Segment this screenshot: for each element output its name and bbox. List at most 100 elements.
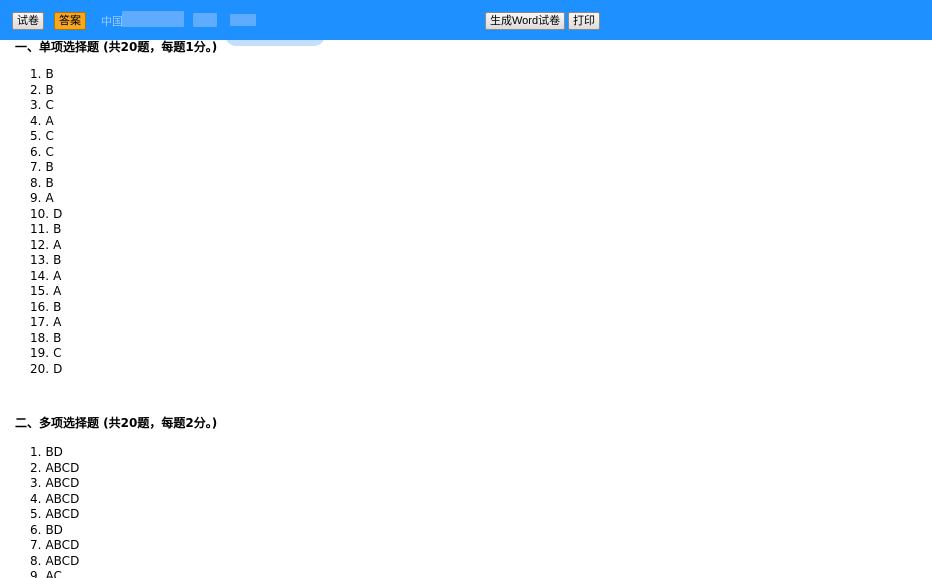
generate-word-button[interactable]: 生成Word试卷: [485, 12, 566, 30]
answer-number: 13.: [30, 253, 50, 267]
answer-item: 20. D: [30, 362, 62, 378]
answer-number: 11.: [30, 222, 50, 236]
answer-item: 7. ABCD: [30, 538, 79, 554]
answer-value: ABCD: [45, 460, 80, 475]
answer-list-multiple-choice: 1. BD 2. ABCD 3. ABCD 4. ABCD 5. ABCD 6. BD 7. ABCD 8.…: [30, 445, 79, 578]
answer-item: 11. B: [30, 222, 62, 238]
answer-item: 8. B: [30, 176, 62, 192]
exam-title: 中国: [101, 15, 123, 28]
answer-item: 9. A: [30, 191, 62, 207]
answer-number: 10.: [30, 206, 50, 221]
answer-number: 3.: [30, 98, 42, 112]
redacted-title-block: [122, 11, 184, 27]
answer-item: 10. D: [30, 207, 62, 223]
answer-item: 19. C: [30, 346, 62, 362]
answer-number: 19.: [30, 346, 50, 360]
answer-number: 4.: [30, 113, 42, 128]
answer-value: D: [53, 361, 63, 376]
section-heading-multiple-choice: 二、多项选择题 (共20题，每题2分。): [15, 416, 218, 430]
answer-item: 6. C: [30, 145, 62, 161]
answer-number: 5.: [30, 129, 42, 143]
answer-number: 12.: [30, 237, 50, 252]
answer-item: 1. B: [30, 67, 62, 83]
answer-value: ABCD: [45, 491, 80, 506]
answer-value: A: [53, 315, 62, 329]
answer-value: C: [45, 129, 54, 143]
answer-item: 16. B: [30, 300, 62, 316]
answer-value: ABCD: [45, 553, 80, 568]
answer-number: 2.: [30, 460, 42, 475]
answer-value: D: [53, 206, 63, 221]
answer-item: 14. A: [30, 269, 62, 285]
print-button[interactable]: 打印: [568, 12, 600, 30]
answer-item: 8. ABCD: [30, 554, 79, 570]
answer-list-single-choice: 1. B 2. B 3. C 4. A 5. C 6. C 7. B 8. B 9. A 10. D 11. B 12. A 1…: [30, 67, 62, 377]
answer-number: 6.: [30, 522, 42, 537]
answer-item: 9. AC: [30, 569, 79, 578]
answer-number: 1.: [30, 67, 42, 81]
answer-number: 9.: [30, 569, 42, 578]
answer-item: 4. A: [30, 114, 62, 130]
answer-item: 7. B: [30, 160, 62, 176]
answer-number: 7.: [30, 160, 42, 174]
answer-value: B: [53, 253, 62, 267]
answer-value: A: [53, 284, 62, 298]
answer-item: 6. BD: [30, 523, 79, 539]
answer-value: ABCD: [45, 507, 80, 521]
answer-value: C: [45, 98, 54, 112]
answer-number: 3.: [30, 476, 42, 490]
answer-item: 2. B: [30, 83, 62, 99]
answer-number: 2.: [30, 82, 42, 97]
answer-value: ABCD: [45, 538, 80, 552]
answer-value: A: [45, 191, 54, 205]
answer-value: B: [45, 160, 54, 174]
redacted-title-block: [193, 13, 217, 27]
answer-value: A: [45, 113, 54, 128]
answer-page: 一、单项选择题 (共20题，每题1分。) 1. B 2. B 3. C 4. A 5. C 6. C 7…: [0, 0, 932, 578]
answer-value: C: [45, 144, 54, 159]
answer-item: 5. ABCD: [30, 507, 79, 523]
answer-item: 3. C: [30, 98, 62, 114]
answer-value: B: [53, 299, 62, 314]
answer-number: 17.: [30, 315, 50, 329]
answer-number: 14.: [30, 268, 50, 283]
answer-number: 20.: [30, 361, 50, 376]
answer-item: 4. ABCD: [30, 492, 79, 508]
redacted-title-block: [230, 14, 256, 26]
answer-number: 15.: [30, 284, 50, 298]
answer-number: 4.: [30, 491, 42, 506]
answer-value: ABCD: [45, 476, 80, 490]
answer-value: B: [45, 67, 54, 81]
answer-number: 5.: [30, 507, 42, 521]
answer-value: B: [53, 222, 62, 236]
answer-value: B: [45, 175, 54, 190]
paper-button[interactable]: 试卷: [12, 12, 44, 30]
answer-number: 18.: [30, 330, 50, 345]
answer-number: 1.: [30, 445, 42, 459]
answer-number: 6.: [30, 144, 42, 159]
answer-value: BD: [45, 522, 63, 537]
answer-value: AC: [45, 569, 62, 578]
answer-item: 2. ABCD: [30, 461, 79, 477]
answer-number: 8.: [30, 553, 42, 568]
answer-item: 17. A: [30, 315, 62, 331]
answer-item: 15. A: [30, 284, 62, 300]
section-heading-single-choice: 一、单项选择题 (共20题，每题1分。): [15, 40, 218, 54]
answer-value: C: [53, 346, 62, 360]
answer-button[interactable]: 答案: [54, 12, 86, 30]
answer-number: 16.: [30, 299, 50, 314]
answer-number: 9.: [30, 191, 42, 205]
answer-item: 12. A: [30, 238, 62, 254]
answer-item: 13. B: [30, 253, 62, 269]
answer-value: B: [53, 330, 62, 345]
answer-value: BD: [45, 445, 63, 459]
answer-value: A: [53, 237, 62, 252]
answer-item: 1. BD: [30, 445, 79, 461]
answer-item: 5. C: [30, 129, 62, 145]
answer-number: 7.: [30, 538, 42, 552]
answer-value: B: [45, 82, 54, 97]
top-toolbar: 试卷 答案 中国 生成Word试卷 打印: [0, 0, 932, 40]
answer-value: A: [53, 268, 62, 283]
answer-item: 3. ABCD: [30, 476, 79, 492]
answer-item: 18. B: [30, 331, 62, 347]
